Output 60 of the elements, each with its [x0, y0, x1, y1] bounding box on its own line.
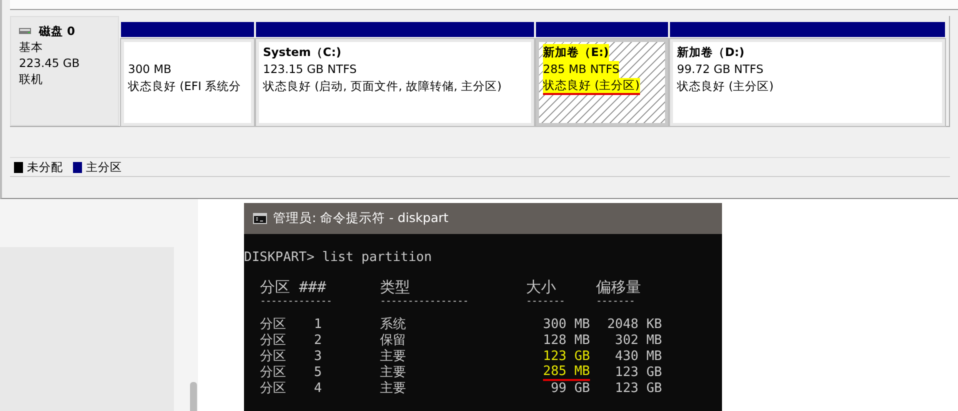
table-cell-text: 主要 — [380, 381, 407, 397]
table-cell-text: 2048 KB — [606, 317, 663, 333]
partition-name: System（C:) — [263, 44, 342, 61]
command-line: DISKPART> list partition — [244, 249, 433, 267]
partition-size: 99.72 GB NTFS — [677, 61, 764, 78]
table-cell: 分区 — [260, 381, 286, 397]
column-header: 偏移量 — [596, 277, 642, 297]
table-cell-text: 保留 — [380, 333, 407, 349]
partition-size: 285 MB NTFS — [543, 61, 620, 78]
console-icon — [253, 213, 267, 224]
table-cell-text: 主要 — [380, 349, 407, 365]
table-cell-text: 430 MB — [614, 349, 663, 365]
table-cell: 分区 — [260, 333, 286, 349]
legend-label: 主分区 — [86, 160, 122, 174]
column-header: 大小 — [526, 277, 557, 297]
column-rule: ------- — [526, 297, 566, 307]
partition-name: 新加卷（D:) — [677, 44, 744, 61]
table-cell-text: 123 GB — [614, 381, 663, 397]
table-cell: 1 — [314, 317, 322, 333]
partition-block[interactable]: System（C:) 123.15 GB NTFS 状态良好 (启动, 页面文件, 故障转储, 主分区) — [256, 39, 534, 126]
partition-size: 123.15 GB NTFS — [263, 61, 357, 78]
table-cell: 285 MB — [543, 365, 590, 381]
table-cell: 分区 — [260, 317, 286, 333]
partition-status: 状态良好 (主分区) — [543, 78, 640, 95]
window-title: 管理员: 命令提示符 - diskpart — [273, 210, 448, 227]
partition-status: 状态良好 (启动, 页面文件, 故障转储, 主分区) — [263, 78, 502, 95]
table-cell-text: 系统 — [380, 317, 407, 333]
column-header: 分区 ### — [260, 277, 328, 297]
legend-label: 未分配 — [27, 160, 63, 174]
disk-status: 联机 — [19, 71, 44, 87]
partition-block[interactable]: 新加卷（E:) 285 MB NTFS 状态良好 (主分区) — [536, 39, 668, 126]
partition-block[interactable]: 新加卷（D:) 99.72 GB NTFS 状态良好 (主分区) — [670, 39, 945, 126]
disk-type: 基本 — [19, 39, 44, 55]
column-rule: ------------- — [260, 297, 333, 307]
table-cell: 4 — [314, 381, 322, 397]
table-cell: 128 MB — [543, 333, 590, 349]
column-rule: ---------------- — [380, 297, 470, 309]
table-cell: 3 — [314, 349, 322, 365]
column-header: 类型 — [380, 277, 411, 293]
table-cell: 123 GB — [543, 349, 590, 365]
scrollbar-thumb[interactable] — [190, 382, 197, 411]
column-rule: ------- — [596, 297, 636, 307]
table-cell: 分区 — [260, 349, 286, 365]
partition-size: 300 MB — [128, 61, 172, 78]
partition-name: 新加卷（E:) — [543, 44, 609, 61]
disk-name: 磁盘 0 — [39, 23, 76, 39]
partition-block[interactable]: 300 MB 状态良好 (EFI 系统分 — [121, 39, 254, 126]
table-cell: 2 — [314, 333, 322, 349]
table-cell-text: 123 GB — [614, 365, 663, 381]
table-cell: 300 MB — [543, 317, 590, 333]
partition-status: 状态良好 (EFI 系统分 — [128, 78, 242, 95]
table-cell: 分区 — [260, 365, 286, 381]
partition-status: 状态良好 (主分区) — [677, 78, 774, 95]
table-cell: 99 GB — [550, 381, 590, 397]
table-cell-text: 302 MB — [614, 333, 663, 349]
table-cell-text: 主要 — [380, 365, 407, 381]
disk-size: 223.45 GB — [19, 55, 81, 71]
disk-info-panel[interactable]: 磁盘 0 基本 223.45 GB 联机 — [10, 16, 119, 126]
drive-icon — [19, 27, 31, 35]
table-cell: 5 — [314, 365, 322, 381]
